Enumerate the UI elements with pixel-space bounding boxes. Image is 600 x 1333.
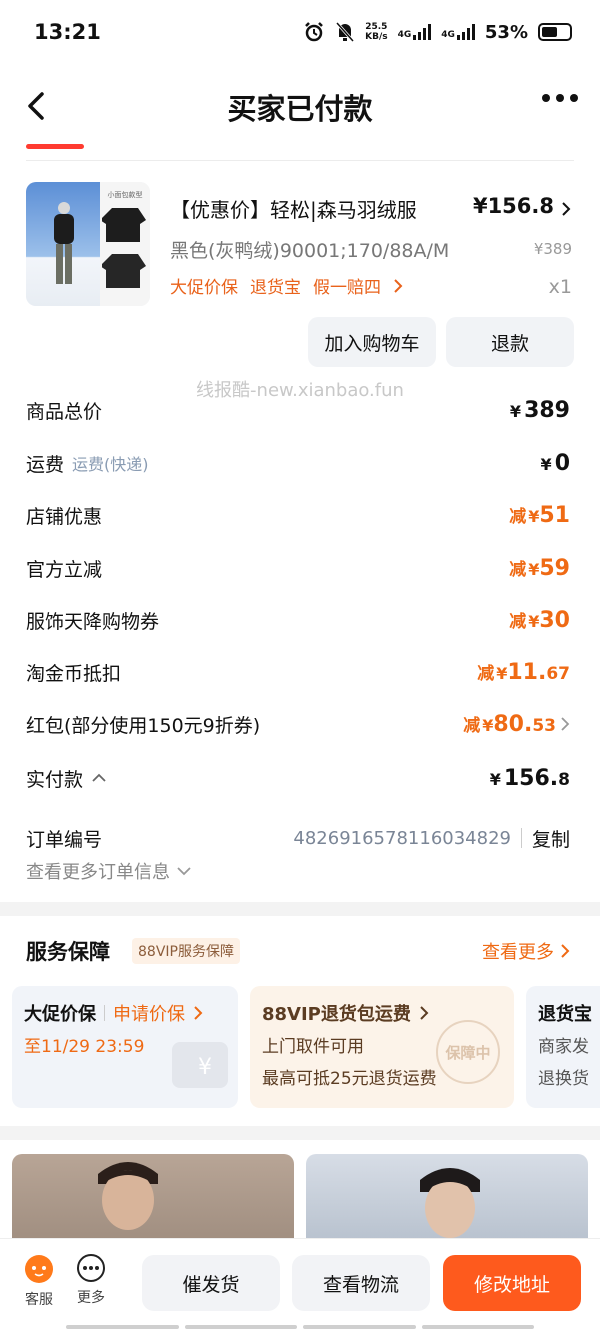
row-coin-discount: 淘金币抵扣 减 ¥11.67 bbox=[26, 660, 570, 685]
add-to-cart-button[interactable]: 加入购物车 bbox=[308, 317, 436, 367]
service-box-price-protect[interactable]: 大促价保 申请价保 至11/29 23:59 ¥ bbox=[12, 986, 238, 1108]
order-number: 4826916578116034829 bbox=[293, 827, 511, 849]
copy-button[interactable]: 复制 bbox=[532, 825, 570, 852]
apply-price-protect-link[interactable]: 申请价保 bbox=[113, 1000, 185, 1026]
tag-price-protect: 大促价保 bbox=[170, 278, 238, 298]
back-arrow-icon[interactable] bbox=[22, 86, 52, 126]
status-bar: 13:21 25.5 KB/s 4G 4G 53% bbox=[0, 0, 600, 64]
model-portrait-icon bbox=[98, 1162, 158, 1230]
refund-button[interactable]: 退款 bbox=[446, 317, 574, 367]
urge-shipping-button[interactable]: 催发货 bbox=[142, 1255, 280, 1311]
product-price: ¥156.8 bbox=[472, 194, 554, 218]
row-paid[interactable]: 实付款 ¥156.8 bbox=[26, 758, 570, 798]
model-portrait-icon bbox=[420, 1168, 480, 1238]
more-entry[interactable]: 更多 bbox=[66, 1253, 116, 1307]
row-shipping: 运费 运费(快递) ¥0 bbox=[26, 450, 570, 476]
chevron-right-icon bbox=[561, 717, 570, 731]
row-official-discount: 官方立减 减 ¥59 bbox=[26, 556, 570, 581]
recommendation-section bbox=[0, 1140, 600, 1250]
recommendation-image[interactable] bbox=[12, 1154, 294, 1250]
chevron-up-icon bbox=[92, 773, 106, 782]
tag-fake-compensation: 假一赔四 bbox=[313, 278, 381, 298]
product-thumbnail[interactable]: 小面包款型 bbox=[26, 182, 150, 306]
model-figure-icon bbox=[54, 202, 74, 284]
vip-service-badge: 88VIP服务保障 bbox=[132, 938, 240, 964]
jacket-icon bbox=[100, 208, 146, 242]
chevron-right-icon bbox=[394, 278, 403, 293]
signal-bars-icon bbox=[456, 24, 475, 40]
alarm-icon bbox=[305, 22, 323, 42]
service-box-return-shipping[interactable]: 88VIP退货包运费 上门取件可用 最高可抵25元退货运费 保障中 bbox=[250, 986, 514, 1108]
chevron-right-icon[interactable] bbox=[560, 200, 572, 218]
order-card: 小面包款型 【优惠价】轻松|森马羽绒服 ¥156.8 黑色(灰鸭绒)90001;… bbox=[0, 130, 600, 902]
product-tags[interactable]: 大促价保 退货宝 假一赔四 bbox=[170, 273, 403, 298]
tab-indicator bbox=[26, 144, 84, 149]
more-menu-icon[interactable] bbox=[542, 94, 578, 106]
product-name[interactable]: 【优惠价】轻松|森马羽绒服 bbox=[170, 194, 417, 223]
signal-2: 4G bbox=[441, 24, 475, 40]
status-time: 13:21 bbox=[34, 20, 101, 44]
tag-return-insurance: 退货宝 bbox=[250, 278, 301, 298]
cat-face-icon bbox=[25, 1255, 53, 1283]
bottom-action-bar: 客服 更多 催发货 查看物流 修改地址 bbox=[0, 1238, 600, 1333]
product-quantity: x1 bbox=[548, 276, 572, 298]
original-price: ¥389 bbox=[533, 240, 572, 258]
battery-percent: 53% bbox=[484, 21, 528, 43]
chevron-right-icon bbox=[194, 1006, 203, 1020]
service-box-return-insurance[interactable]: 退货宝 商家发 退换货 bbox=[526, 986, 600, 1108]
row-order-number: 订单编号 4826916578116034829 复制 bbox=[26, 818, 570, 858]
chevron-right-icon bbox=[420, 1006, 429, 1020]
signal-1: 4G bbox=[398, 24, 432, 40]
more-dots-icon bbox=[77, 1254, 105, 1282]
divider bbox=[26, 160, 574, 161]
chevron-down-icon bbox=[177, 867, 191, 876]
price-tag-icon: ¥ bbox=[172, 1042, 228, 1088]
battery-icon bbox=[538, 23, 572, 41]
jacket-icon bbox=[100, 254, 146, 288]
recommendation-image[interactable] bbox=[306, 1154, 588, 1250]
svg-text:¥: ¥ bbox=[198, 1055, 212, 1080]
service-title: 服务保障 bbox=[26, 940, 110, 964]
customer-service-entry[interactable]: 客服 bbox=[14, 1253, 64, 1309]
service-card: 服务保障 88VIP服务保障 查看更多 大促价保 申请价保 至11/29 23:5… bbox=[0, 916, 600, 1126]
more-order-info-link[interactable]: 查看更多订单信息 bbox=[26, 858, 192, 884]
product-sku: 黑色(灰鸭绒)90001;170/88A/M bbox=[170, 240, 450, 262]
status-icons: 25.5 KB/s 4G 4G 53% bbox=[303, 21, 572, 43]
row-shop-discount: 店铺优惠 减 ¥51 bbox=[26, 503, 570, 528]
row-coupon-discount: 服饰天降购物券 减 ¥30 bbox=[26, 608, 570, 633]
row-redpack[interactable]: 红包(部分使用150元9折券) 减 ¥80.53 bbox=[26, 704, 570, 744]
row-total: 商品总价 ¥389 bbox=[26, 397, 570, 423]
page-title: 买家已付款 bbox=[227, 92, 373, 126]
view-more-link[interactable]: 查看更多 bbox=[482, 938, 570, 964]
signal-bars-icon bbox=[413, 24, 432, 40]
thumb-label: 小面包款型 bbox=[107, 191, 143, 199]
net-speed: 25.5 KB/s bbox=[365, 22, 388, 42]
gesture-bar bbox=[66, 1325, 534, 1329]
chevron-right-icon bbox=[561, 944, 570, 958]
guarantee-stamp: 保障中 bbox=[436, 1020, 500, 1084]
mute-bell-icon bbox=[335, 22, 355, 42]
view-logistics-button[interactable]: 查看物流 bbox=[292, 1255, 430, 1311]
change-address-button[interactable]: 修改地址 bbox=[443, 1255, 581, 1311]
